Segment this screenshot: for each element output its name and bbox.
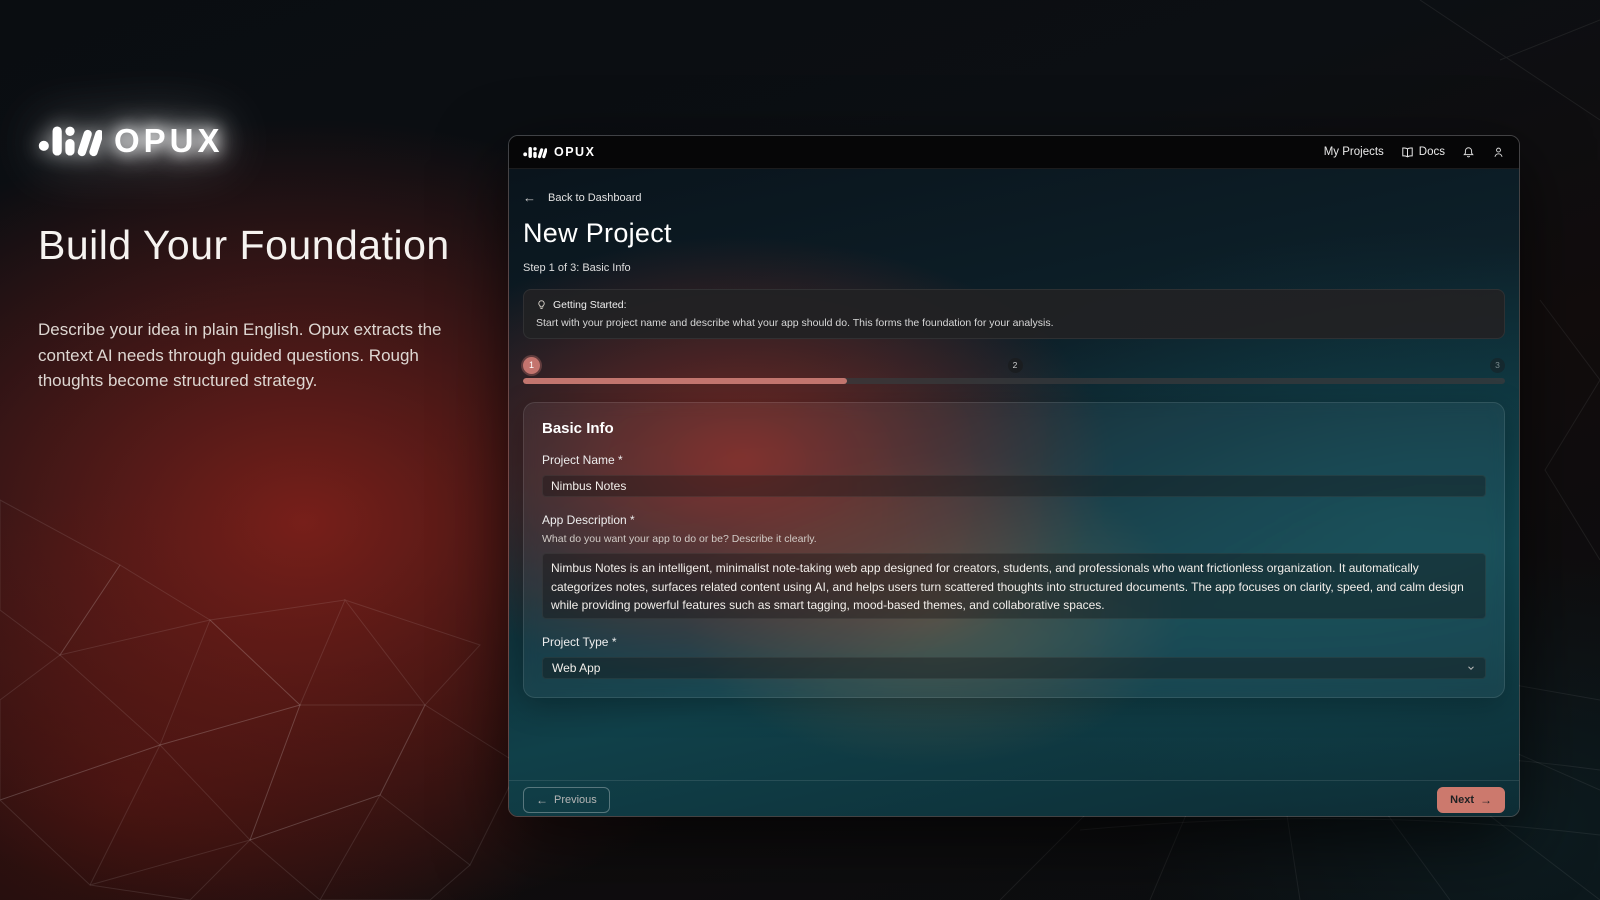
previous-button[interactable]: ← Previous: [523, 787, 610, 813]
step-2-marker[interactable]: 2: [1008, 358, 1023, 373]
nav-docs-label: Docs: [1419, 146, 1445, 158]
project-name-label: Project Name *: [542, 453, 1486, 467]
hero-title: Build Your Foundation: [38, 222, 498, 269]
project-type-value: Web App: [552, 661, 600, 675]
arrow-right-icon: →: [1480, 793, 1492, 807]
progress-bar: [523, 378, 1505, 384]
tip-body: Start with your project name and describ…: [536, 317, 1492, 329]
app-window: OPUX My Projects Docs: [508, 135, 1520, 817]
next-button-label: Next: [1450, 794, 1474, 806]
lightbulb-icon: [536, 299, 547, 311]
hero-description: Describe your idea in plain English. Opu…: [38, 317, 476, 394]
getting-started-tip: Getting Started: Start with your project…: [523, 289, 1505, 339]
back-link-label: Back to Dashboard: [548, 192, 642, 204]
opux-logo-icon: [523, 145, 547, 160]
app-topbar: OPUX My Projects Docs: [509, 136, 1519, 169]
back-arrow-icon: ←: [523, 190, 536, 205]
next-button[interactable]: Next →: [1437, 787, 1505, 813]
progress-fill: [523, 378, 847, 384]
opux-logo-icon: [38, 120, 102, 162]
step-indicator: 1 2 3: [523, 356, 1505, 374]
app-description-textarea[interactable]: Nimbus Notes is an intelligent, minimali…: [542, 553, 1486, 619]
topbar-brand[interactable]: OPUX: [523, 145, 595, 160]
panel-body: ← Back to Dashboard New Project Step 1 o…: [509, 169, 1519, 817]
notifications-button[interactable]: [1462, 146, 1475, 159]
back-to-dashboard-link[interactable]: ← Back to Dashboard: [523, 169, 642, 205]
project-name-input[interactable]: [542, 475, 1486, 497]
hero-brand: OPUX: [38, 120, 498, 162]
topbar-nav: My Projects Docs: [1324, 146, 1505, 159]
app-description-helper: What do you want your app to do or be? D…: [542, 533, 1486, 545]
screen: OPUX Build Your Foundation Describe your…: [0, 0, 1600, 900]
arrow-left-icon: ←: [536, 793, 548, 807]
tip-title: Getting Started:: [553, 299, 627, 311]
book-icon: [1401, 146, 1414, 159]
hero-brand-text: OPUX: [114, 122, 224, 160]
previous-button-label: Previous: [554, 794, 597, 806]
basic-info-card: Basic Info Project Name * App Descriptio…: [523, 402, 1505, 698]
bell-icon: [1462, 146, 1475, 159]
wizard-footer: ← Previous Next →: [509, 780, 1519, 817]
page-title: New Project: [523, 218, 1505, 249]
user-icon: [1492, 146, 1505, 159]
account-button[interactable]: [1492, 146, 1505, 159]
project-type-label: Project Type *: [542, 635, 1486, 649]
step-1-marker[interactable]: 1: [523, 357, 540, 374]
project-type-select[interactable]: Web App: [542, 657, 1486, 679]
nav-docs[interactable]: Docs: [1401, 146, 1445, 159]
tip-header: Getting Started:: [536, 299, 1492, 311]
hero-section: OPUX Build Your Foundation Describe your…: [38, 120, 498, 394]
step-3-marker[interactable]: 3: [1490, 358, 1505, 373]
card-title: Basic Info: [542, 420, 1486, 437]
step-label: Step 1 of 3: Basic Info: [523, 262, 1505, 274]
topbar-brand-text: OPUX: [554, 145, 595, 159]
chevron-down-icon: [1466, 663, 1476, 673]
app-description-label: App Description *: [542, 513, 1486, 527]
nav-my-projects[interactable]: My Projects: [1324, 146, 1384, 158]
